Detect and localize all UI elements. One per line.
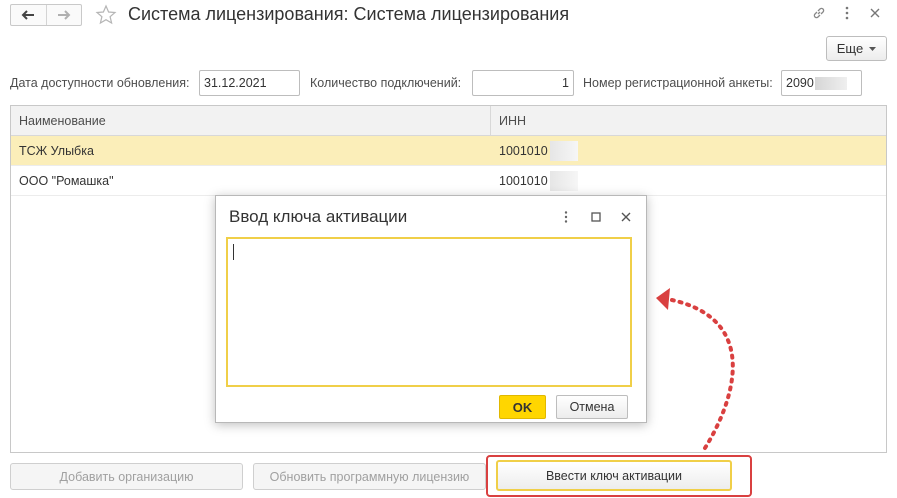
history-nav xyxy=(10,4,82,26)
arrow-right-icon xyxy=(57,10,71,20)
redacted-mask xyxy=(549,170,578,191)
cell-name: ООО "Ромашка" xyxy=(19,173,114,188)
connections-label: Количество подключений: xyxy=(310,76,462,90)
update-license-button[interactable]: Обновить программную лицензию xyxy=(253,463,486,490)
star-icon xyxy=(95,4,117,25)
redacted-mask xyxy=(549,140,578,161)
dialog-controls xyxy=(558,209,634,225)
activation-key-input[interactable] xyxy=(226,237,632,387)
enter-activation-key-button[interactable]: Ввести ключ активации xyxy=(496,460,732,491)
update-date-label: Дата доступности обновления: xyxy=(10,76,190,90)
chevron-down-icon xyxy=(869,46,877,51)
arrow-left-icon xyxy=(21,10,35,20)
link-icon[interactable] xyxy=(811,5,827,21)
reg-number-label: Номер регистрационной анкеты: xyxy=(583,76,773,90)
favorite-star-button[interactable] xyxy=(95,4,117,29)
column-header-name[interactable]: Наименование xyxy=(11,106,491,135)
cell-inn: 1001010 xyxy=(491,166,578,195)
dialog-title: Ввод ключа активации xyxy=(229,207,408,226)
reg-number-value: 2090 xyxy=(786,76,814,90)
table-row[interactable]: ТСЖ Улыбка 1001010 xyxy=(11,136,886,166)
kebab-menu-icon[interactable] xyxy=(558,209,574,225)
redacted-mask xyxy=(814,77,847,91)
close-icon[interactable] xyxy=(867,5,883,21)
more-menu-button[interactable]: Еще xyxy=(826,36,887,61)
inn-value: 1001010 xyxy=(499,173,548,188)
text-cursor xyxy=(233,244,234,260)
kebab-menu-icon[interactable] xyxy=(839,5,855,21)
connections-field[interactable]: 1 xyxy=(472,70,574,96)
inn-value: 1001010 xyxy=(499,143,548,158)
add-organization-button[interactable]: Добавить организацию xyxy=(10,463,243,490)
table-header: Наименование ИНН xyxy=(11,106,886,136)
ok-button[interactable]: OK xyxy=(499,395,546,419)
more-label: Еще xyxy=(836,41,864,56)
activation-key-dialog: Ввод ключа активации OK Отмена xyxy=(215,195,647,423)
back-button[interactable] xyxy=(11,5,46,25)
close-icon[interactable] xyxy=(618,209,634,225)
table-row[interactable]: ООО "Ромашка" 1001010 xyxy=(11,166,886,196)
cell-inn: 1001010 xyxy=(491,136,578,165)
forward-button[interactable] xyxy=(45,5,82,25)
column-header-inn[interactable]: ИНН xyxy=(491,106,526,135)
connections-value: 1 xyxy=(562,76,569,90)
reg-number-field[interactable]: 2090 xyxy=(781,70,862,96)
cell-name: ТСЖ Улыбка xyxy=(19,143,94,158)
update-date-value: 31.12.2021 xyxy=(204,76,267,90)
window-title: Система лицензирования: Система лицензир… xyxy=(128,4,570,24)
maximize-icon[interactable] xyxy=(588,209,604,225)
update-date-field[interactable]: 31.12.2021 xyxy=(199,70,300,96)
window-controls xyxy=(811,5,883,21)
cancel-button[interactable]: Отмена xyxy=(556,395,628,419)
